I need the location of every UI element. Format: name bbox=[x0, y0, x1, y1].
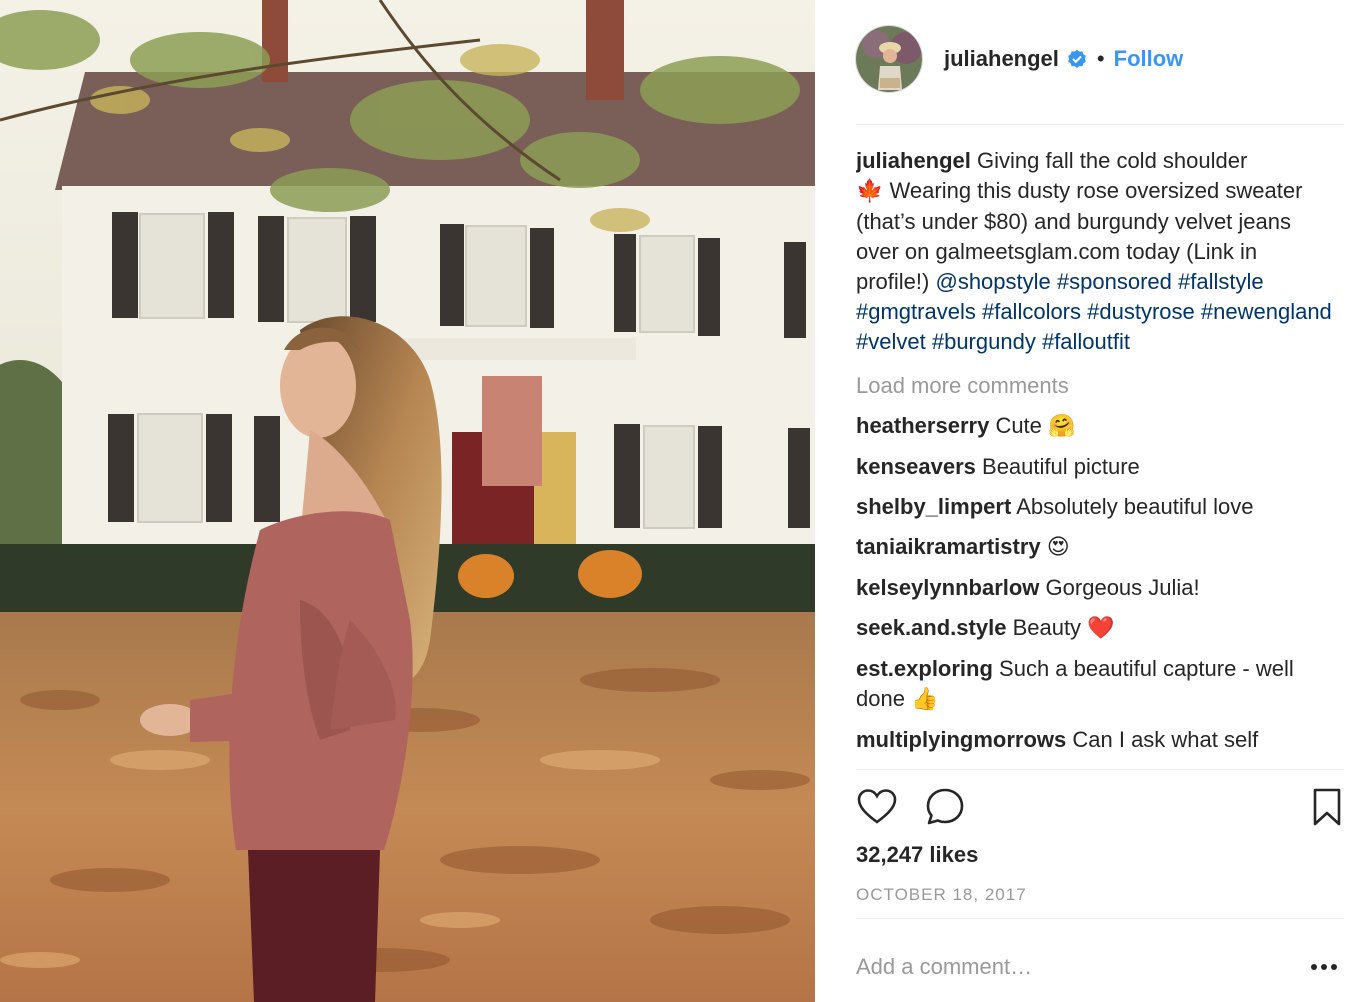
likes-count[interactable]: 32,247 likes bbox=[856, 842, 978, 868]
hashtag-link[interactable]: #fallstyle bbox=[1178, 269, 1264, 294]
comment-username[interactable]: est.exploring bbox=[856, 656, 993, 681]
hashtag-link[interactable]: #velvet bbox=[856, 329, 926, 354]
comment-item: multiplyingmorrows Can I ask what self bbox=[856, 725, 1334, 755]
hashtag-link[interactable]: #falloutfit bbox=[1042, 329, 1130, 354]
maple-leaf-icon: 🍁 bbox=[856, 179, 884, 204]
comment-item: kenseavers Beautiful picture bbox=[856, 452, 1334, 482]
comment-text: Absolutely beautiful love bbox=[1016, 494, 1254, 519]
follow-button[interactable]: Follow bbox=[1114, 46, 1184, 72]
comment-username[interactable]: kelseylynnbarlow bbox=[856, 575, 1039, 600]
comment-item: kelseylynnbarlow Gorgeous Julia! bbox=[856, 573, 1334, 603]
more-dots-icon[interactable] bbox=[1307, 955, 1341, 979]
avatar-image bbox=[856, 26, 922, 92]
speech-bubble-icon[interactable] bbox=[924, 786, 966, 828]
comment-item: shelby_limpert Absolutely beautiful love bbox=[856, 492, 1334, 522]
caption-username[interactable]: juliahengel bbox=[856, 148, 971, 173]
footer-divider bbox=[856, 918, 1344, 919]
caption-text-part1: Giving fall the cold shoulder bbox=[977, 148, 1248, 173]
comment-username[interactable]: shelby_limpert bbox=[856, 494, 1011, 519]
red-heart-emoji-icon: ❤️ bbox=[1087, 616, 1115, 641]
thumbs-up-emoji-icon: 👍 bbox=[911, 687, 939, 712]
comment-text: Beautiful picture bbox=[982, 454, 1140, 479]
hashtag-link[interactable]: #gmgtravels bbox=[856, 299, 976, 324]
comment-item: est.exploring Such a beautiful capture -… bbox=[856, 654, 1334, 715]
comment-text: Beauty bbox=[1012, 615, 1082, 640]
load-more-comments-button[interactable]: Load more comments bbox=[856, 371, 1334, 401]
comment-item: heatherserry Cute 🤗 bbox=[856, 411, 1334, 442]
post-side-panel: juliahengel • Follow juliahengel Giving … bbox=[815, 0, 1371, 1002]
comment-item: seek.and.style Beauty ❤️ bbox=[856, 613, 1334, 644]
comment-username[interactable]: taniaikramartistry bbox=[856, 534, 1041, 559]
comment-username[interactable]: kenseavers bbox=[856, 454, 976, 479]
caption-mention[interactable]: @shopstyle bbox=[935, 269, 1050, 294]
comment-text: Cute bbox=[995, 413, 1042, 438]
add-comment-input[interactable] bbox=[856, 942, 1304, 992]
header-divider bbox=[856, 124, 1344, 125]
hashtag-link[interactable]: #sponsored bbox=[1057, 269, 1172, 294]
heart-eyes-emoji-icon: 😍 bbox=[1046, 535, 1070, 560]
post-author-username[interactable]: juliahengel bbox=[944, 46, 1059, 72]
verified-badge-icon bbox=[1067, 49, 1087, 69]
hashtag-link[interactable]: #fallcolors bbox=[982, 299, 1081, 324]
hashtag-link[interactable]: #dustyrose bbox=[1087, 299, 1195, 324]
post-photo-illustration bbox=[0, 0, 815, 1002]
hashtag-link[interactable]: #newengland bbox=[1201, 299, 1332, 324]
post-actions-bar bbox=[856, 786, 1344, 830]
post-header: juliahengel • Follow bbox=[855, 24, 1345, 94]
avatar[interactable] bbox=[855, 25, 923, 93]
heart-icon[interactable] bbox=[856, 786, 898, 828]
comment-username[interactable]: multiplyingmorrows bbox=[856, 727, 1066, 752]
comment-text: Gorgeous Julia! bbox=[1045, 575, 1200, 600]
comments-list[interactable]: juliahengel Giving fall the cold shoulde… bbox=[856, 146, 1334, 768]
bookmark-icon[interactable] bbox=[1306, 786, 1348, 828]
comments-divider bbox=[856, 769, 1344, 770]
comment-item: taniaikramartistry 😍 bbox=[856, 532, 1334, 563]
post-date[interactable]: OCTOBER 18, 2017 bbox=[856, 885, 1027, 905]
hashtag-link[interactable]: #burgundy bbox=[932, 329, 1036, 354]
comment-username[interactable]: heatherserry bbox=[856, 413, 989, 438]
hugging-face-emoji-icon: 🤗 bbox=[1048, 414, 1076, 439]
header-separator: • bbox=[1096, 46, 1105, 71]
post-photo[interactable] bbox=[0, 0, 815, 1002]
comment-text: Can I ask what self bbox=[1072, 727, 1259, 752]
comment-username[interactable]: seek.and.style bbox=[856, 615, 1006, 640]
post-caption: juliahengel Giving fall the cold shoulde… bbox=[856, 146, 1334, 357]
